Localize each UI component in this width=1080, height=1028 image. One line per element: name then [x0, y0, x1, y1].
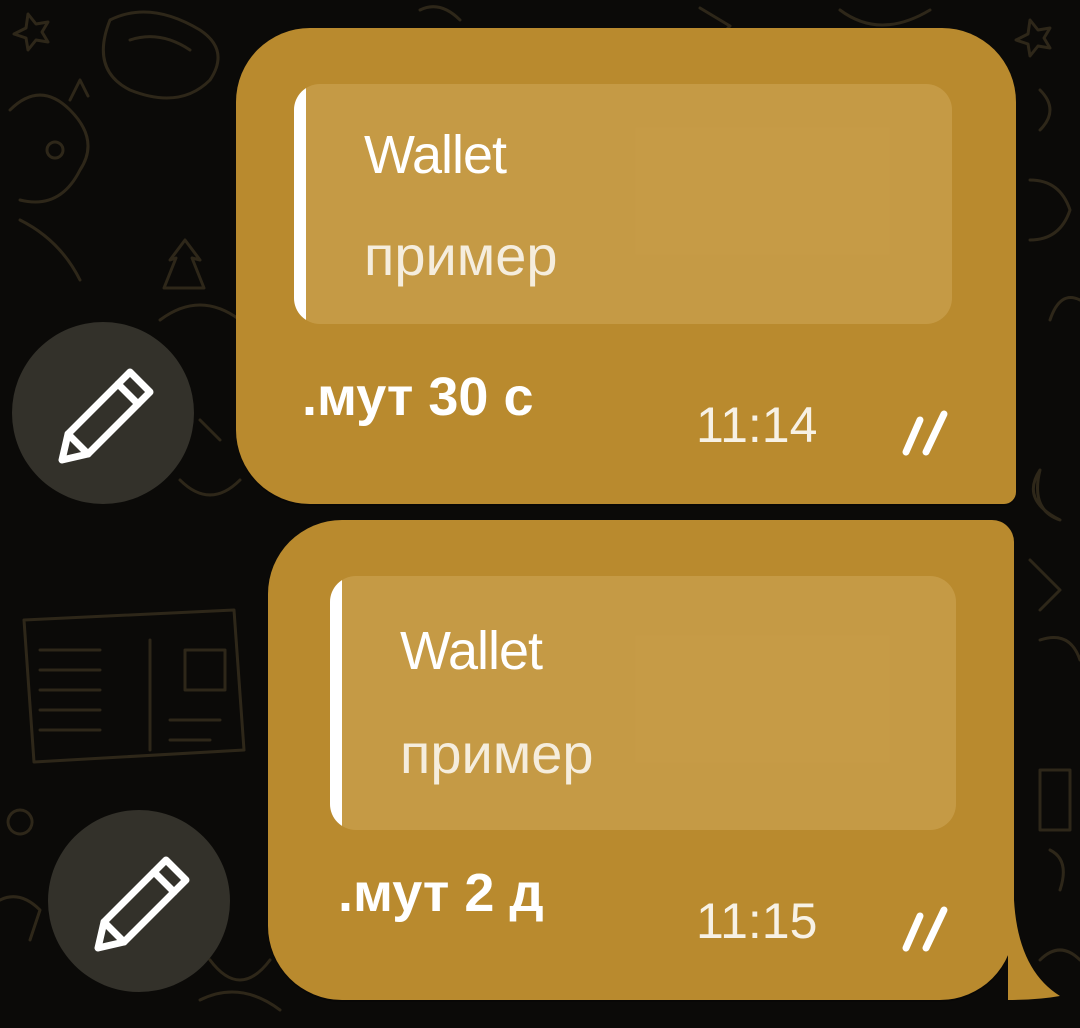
pencil-icon	[94, 856, 190, 952]
message-time: 11:15	[696, 893, 818, 949]
message-time: 11:14	[696, 397, 818, 453]
reply-text: пример	[400, 722, 594, 785]
message-bubble[interactable]: Wallet пример .мут 2 д 11:15	[268, 520, 1014, 1000]
edit-button[interactable]	[48, 810, 230, 992]
reply-text: пример	[364, 224, 558, 287]
reply-preview[interactable]: Wallet пример	[294, 84, 952, 324]
double-check-icon	[902, 410, 948, 456]
double-check-icon	[902, 906, 948, 952]
reply-preview[interactable]: Wallet пример	[330, 576, 956, 830]
reply-author: Wallet	[400, 621, 543, 681]
reply-author: Wallet	[364, 125, 507, 185]
message-bubble[interactable]: Wallet пример .мут 30 с 11:14	[236, 28, 1016, 504]
message-text: .мут 2 д	[338, 863, 544, 923]
reply-bar	[294, 84, 306, 324]
bubble-tail	[1008, 900, 1060, 1000]
edit-button[interactable]	[12, 322, 194, 504]
pencil-icon	[58, 368, 154, 464]
reply-bar	[330, 576, 342, 830]
message-text: .мут 30 с	[302, 367, 534, 427]
